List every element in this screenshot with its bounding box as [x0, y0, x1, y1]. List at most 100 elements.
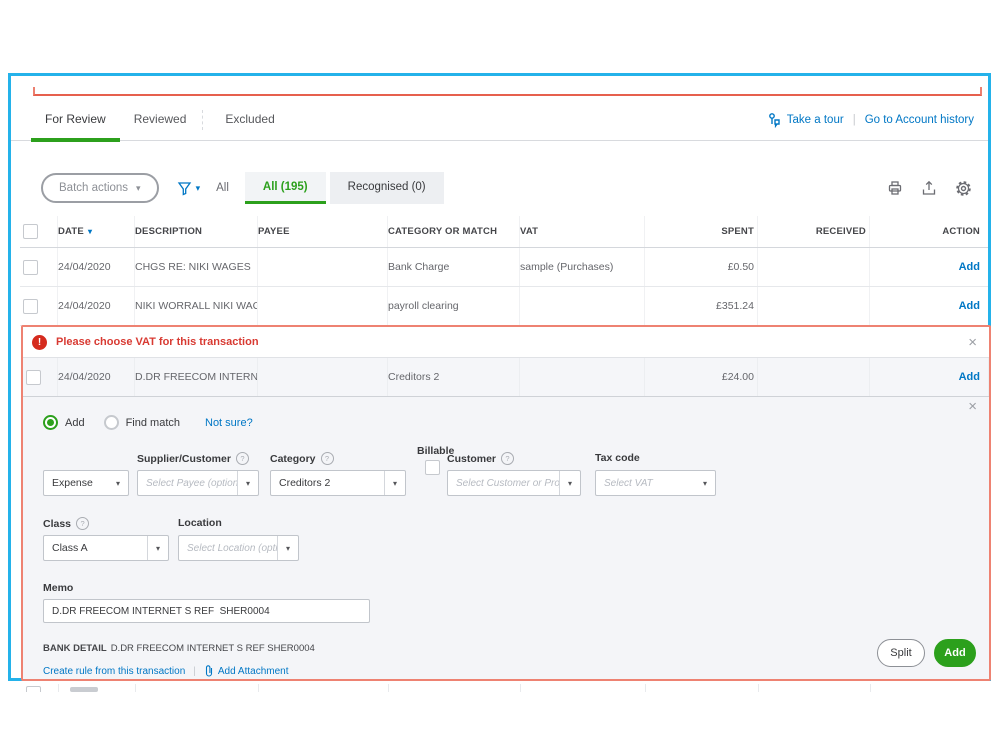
caret-down-icon: ▾ [237, 471, 258, 495]
memo-input[interactable] [43, 599, 370, 623]
cell-received [758, 248, 870, 286]
clipped-cell-content [70, 687, 98, 692]
bank-detail-value: D.DR FREECOM INTERNET S REF SHER0004 [110, 643, 315, 654]
radio-add[interactable] [43, 415, 58, 430]
cell-payee [258, 358, 388, 396]
col-category: CATEGORY OR MATCH [388, 216, 520, 247]
cell-payee [258, 287, 388, 325]
transaction-edit-form: × Add Find match Not sure? Supplier/Cust… [23, 397, 989, 679]
tab-reviewed[interactable]: Reviewed [120, 112, 201, 140]
row-checkbox[interactable] [23, 298, 38, 314]
take-a-tour-label: Take a tour [786, 114, 844, 126]
radio-find-match[interactable] [103, 415, 119, 430]
chip-recognised[interactable]: Recognised (0) [329, 172, 444, 204]
row-checkbox[interactable] [23, 259, 38, 275]
close-form-icon[interactable]: × [968, 399, 977, 414]
cell-vat [520, 358, 645, 396]
batch-actions-button[interactable]: Batch actions ▾ [41, 173, 159, 203]
cell-category: Bank Charge [388, 248, 520, 286]
caret-down-icon: ▾ [136, 182, 141, 193]
cell-received [758, 358, 870, 396]
cell-payee [258, 248, 388, 286]
class-select[interactable]: Class A ▾ [43, 535, 169, 561]
links-divider: | [193, 665, 196, 677]
category-label: Category ? [270, 452, 334, 465]
cell-vat: sample (Purchases) [520, 248, 645, 286]
not-sure-link[interactable]: Not sure? [205, 417, 253, 429]
funnel-icon [177, 181, 191, 195]
col-date[interactable]: DATE ▾ [58, 216, 135, 247]
table-row[interactable]: 24/04/2020 CHGS RE: NIKI WAGES Bank Char… [20, 248, 988, 287]
select-all-checkbox[interactable] [23, 224, 38, 239]
cell-spent: £24.00 [645, 358, 758, 396]
add-attachment-link[interactable]: Add Attachment [204, 665, 289, 677]
row-checkbox[interactable] [26, 369, 41, 385]
table-tools [887, 180, 972, 197]
location-select[interactable]: Select Location (optional) ▾ [178, 535, 299, 561]
info-icon: ? [235, 452, 249, 465]
add-button[interactable]: Add [934, 639, 976, 667]
filter-button[interactable]: ▾ [177, 181, 201, 196]
chip-all[interactable]: All (195) [244, 172, 326, 204]
caret-down-icon: ▾ [115, 478, 120, 488]
transaction-type-select[interactable]: Expense ▾ [43, 470, 129, 496]
col-received: RECEIVED [758, 216, 870, 247]
bank-detail-label: BANK DETAIL [43, 643, 107, 654]
location-label: Location [178, 517, 222, 529]
match-mode-radios: Add Find match Not sure? [43, 415, 253, 430]
cell-received [758, 287, 870, 325]
take-a-tour-link[interactable]: Take a tour [766, 112, 844, 128]
sort-caret-icon: ▾ [87, 227, 93, 236]
split-button[interactable]: Split [877, 639, 925, 667]
bank-detail: BANK DETAIL D.DR FREECOM INTERNET S REF S… [43, 643, 315, 654]
supplier-customer-label: Supplier/Customer ? [137, 452, 249, 465]
batch-actions-label: Batch actions [59, 182, 129, 194]
header-links: Take a tour | Go to Account history [766, 112, 974, 128]
caret-down-icon: ▾ [277, 536, 298, 560]
cell-category: payroll clearing [388, 287, 520, 325]
caret-down-icon: ▾ [384, 471, 405, 495]
cell-date: 24/04/2020 [58, 248, 135, 286]
filter-chips: All (195) Recognised (0) [244, 172, 444, 204]
filter-all-label: All [216, 182, 229, 194]
go-to-account-history-link[interactable]: Go to Account history [865, 114, 974, 126]
table-header-row: DATE ▾ DESCRIPTION PAYEE CATEGORY OR MAT… [20, 216, 988, 248]
caret-down-icon: ▾ [559, 471, 580, 495]
col-action: ACTION [942, 226, 980, 237]
customer-select[interactable]: Select Customer or Project (option ▾ [447, 470, 581, 496]
row-checkbox[interactable] [26, 686, 41, 692]
transactions-table: DATE ▾ DESCRIPTION PAYEE CATEGORY OR MAT… [20, 216, 988, 326]
tab-for-review[interactable]: For Review [31, 112, 120, 142]
memo-label: Memo [43, 582, 74, 594]
filter-caret-icon: ▾ [195, 182, 201, 193]
error-message: Please choose VAT for this transaction [56, 336, 259, 348]
settings-gear-icon[interactable] [955, 180, 972, 197]
cell-vat [520, 287, 645, 325]
add-action-link[interactable]: Add [959, 261, 980, 273]
tab-excluded[interactable]: Excluded [211, 112, 288, 140]
create-rule-link[interactable]: Create rule from this transaction [43, 666, 185, 677]
vat-error-banner: ! Please choose VAT for this transaction… [23, 327, 989, 358]
category-select[interactable]: Creditors 2 ▾ [270, 470, 406, 496]
info-icon: ? [501, 452, 515, 465]
selected-transaction-row[interactable]: 24/04/2020 D.DR FREECOM INTERNET S REF S… [23, 358, 989, 397]
toolbar: Batch actions ▾ ▾ All All (195) Recognis… [41, 170, 972, 206]
tax-code-select[interactable]: Select VAT ▾ [595, 470, 716, 496]
cell-spent: £351.24 [645, 287, 758, 325]
banking-panel-frame: For Review Reviewed Excluded Take a tour… [8, 73, 991, 681]
form-footer-links: Create rule from this transaction | Add … [43, 665, 289, 677]
close-banner-icon[interactable]: × [968, 335, 977, 350]
add-action-link[interactable]: Add [959, 300, 980, 312]
billable-checkbox[interactable] [425, 460, 440, 475]
col-spent: SPENT [645, 216, 758, 247]
cell-category: Creditors 2 [388, 358, 520, 396]
supplier-customer-select[interactable]: Select Payee (optional) ▾ [137, 470, 259, 496]
radio-find-match-label: Find match [125, 416, 180, 429]
table-row[interactable]: 24/04/2020 NIKI WORRALL NIKI WAGES payro… [20, 287, 988, 326]
customer-label: Customer ? [447, 452, 515, 465]
col-description: DESCRIPTION [135, 216, 258, 247]
add-action-link[interactable]: Add [959, 371, 980, 383]
caret-down-icon: ▾ [147, 536, 168, 560]
export-icon[interactable] [921, 180, 937, 196]
print-icon[interactable] [887, 180, 903, 196]
